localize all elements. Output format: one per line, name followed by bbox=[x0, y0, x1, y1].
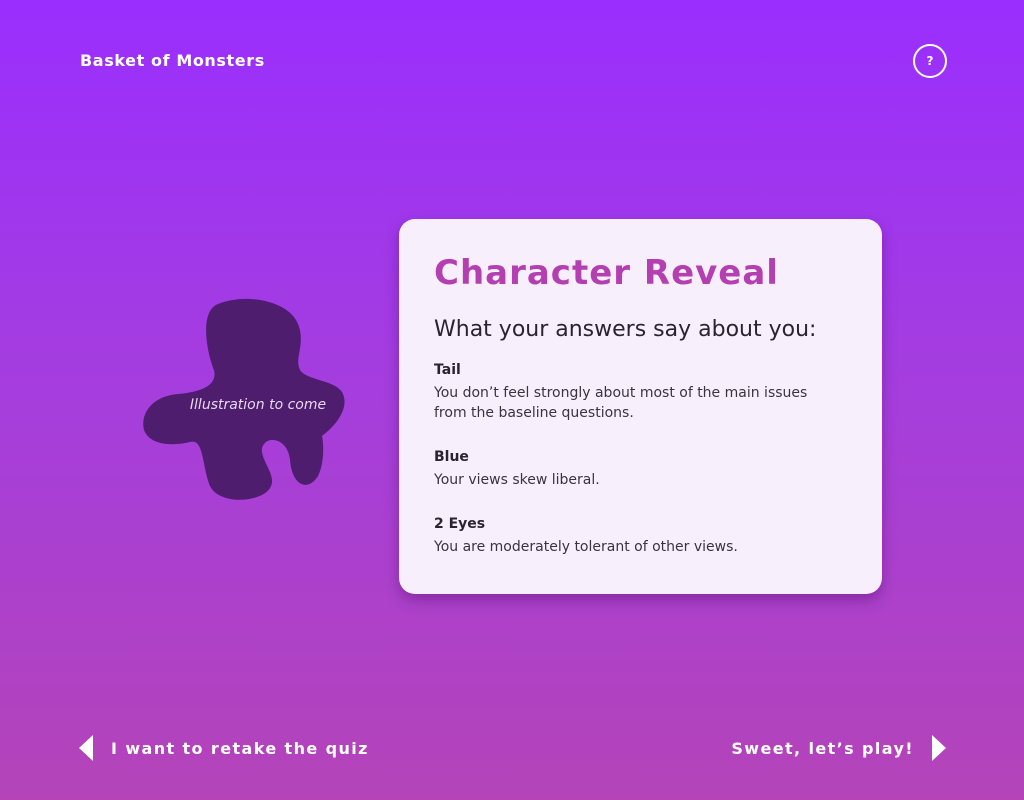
trait-item: Tail You don’t feel strongly about most … bbox=[434, 360, 848, 423]
trait-item: Blue Your views skew liberal. bbox=[434, 447, 848, 490]
trait-item: 2 Eyes You are moderately tolerant of ot… bbox=[434, 514, 848, 557]
card-title: Character Reveal bbox=[434, 253, 779, 293]
illustration-caption: Illustration to come bbox=[189, 397, 327, 413]
card-subtitle: What your answers say about you: bbox=[434, 317, 817, 342]
lets-play-button[interactable]: Sweet, let’s play! bbox=[731, 735, 946, 761]
trait-description: Your views skew liberal. bbox=[434, 472, 600, 488]
lets-play-label: Sweet, let’s play! bbox=[731, 738, 914, 758]
character-reveal-card: Character Reveal What your answers say a… bbox=[399, 219, 882, 594]
illustration-placeholder: Illustration to come bbox=[138, 296, 350, 506]
retake-quiz-label: I want to retake the quiz bbox=[111, 738, 369, 758]
trait-name: 2 Eyes bbox=[434, 516, 486, 532]
arrow-right-icon bbox=[932, 735, 946, 761]
arrow-left-icon bbox=[79, 735, 93, 761]
trait-name: Tail bbox=[434, 362, 461, 378]
app-title: Basket of Monsters bbox=[80, 51, 265, 70]
question-mark-icon: ? bbox=[926, 54, 934, 68]
retake-quiz-button[interactable]: I want to retake the quiz bbox=[79, 735, 369, 761]
trait-description: You don’t feel strongly about most of th… bbox=[434, 385, 808, 421]
trait-description: You are moderately tolerant of other vie… bbox=[434, 539, 738, 555]
help-button[interactable]: ? bbox=[913, 44, 947, 78]
trait-name: Blue bbox=[434, 449, 469, 465]
